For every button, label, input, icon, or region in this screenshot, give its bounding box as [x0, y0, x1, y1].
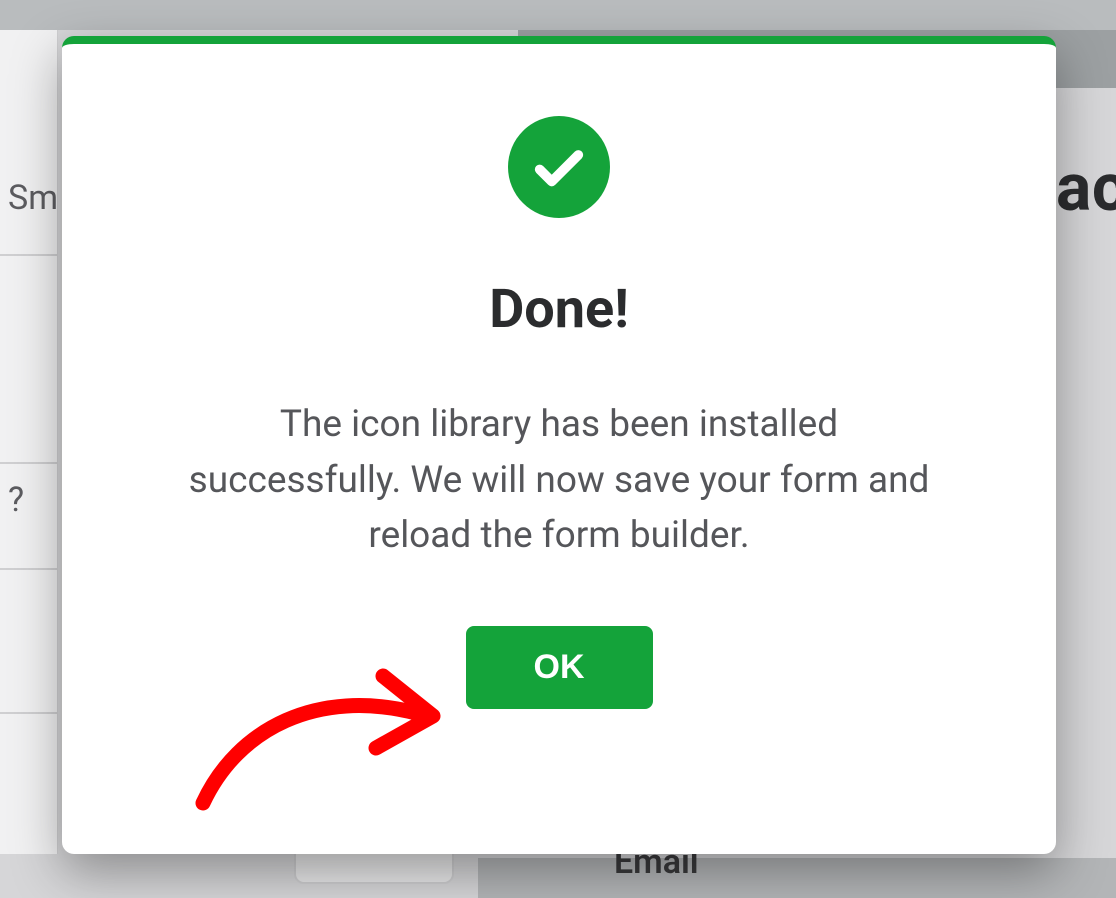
background-sidebar-separator: [0, 712, 57, 714]
background-sidebar-separator: [0, 254, 57, 256]
background-sidebar-text: Sm: [8, 178, 58, 218]
background-top-band: [0, 0, 1116, 30]
background-title-fragment: ac: [1056, 150, 1116, 230]
background-sidebar-separator: [0, 568, 57, 570]
background-sidebar: Sm ?: [0, 30, 58, 854]
success-modal: Done! The icon library has been installe…: [62, 36, 1056, 854]
background-sidebar-separator: [0, 462, 57, 464]
modal-message: The icon library has been installed succ…: [169, 397, 949, 564]
background-sidebar-text: ?: [8, 480, 24, 520]
background-bottom-panel: [478, 858, 1116, 898]
ok-button[interactable]: OK: [466, 626, 653, 709]
modal-title: Done!: [489, 278, 629, 341]
check-circle-icon: [508, 116, 610, 218]
